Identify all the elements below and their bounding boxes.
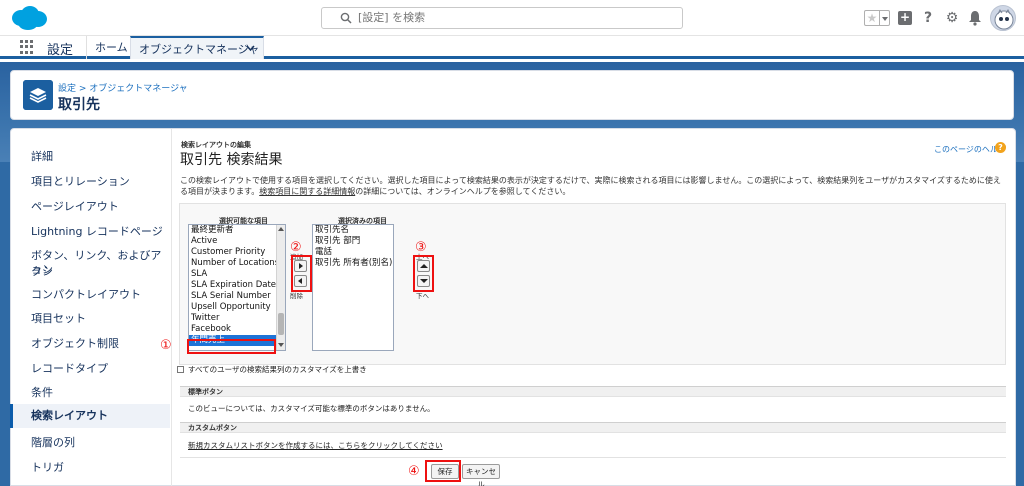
custom-buttons-header: カスタムボタン	[180, 422, 1006, 433]
selected-field-option[interactable]: 電話	[313, 247, 393, 258]
setup-gear-icon[interactable]: ⚙	[944, 10, 960, 26]
sidebar-item-details[interactable]: 詳細	[10, 148, 170, 164]
layers-icon	[23, 80, 53, 110]
cancel-button[interactable]: キャンセル	[462, 464, 500, 486]
annotation-number-2: ②	[290, 240, 302, 255]
section-title: 取引先 検索結果	[180, 152, 283, 168]
available-field-option[interactable]: SLA Expiration Date	[189, 280, 285, 291]
sidebar-item-field-sets[interactable]: 項目セット	[10, 310, 170, 326]
annotation-box-3	[413, 255, 434, 292]
available-field-option[interactable]: Upsell Opportunity	[189, 302, 285, 313]
selected-fields-options: 取引先名 取引先 部門 電話 取引先 所有者(別名)	[313, 225, 393, 269]
sidebar-item-page-layouts[interactable]: ページレイアウト	[10, 198, 170, 214]
sidebar-item-record-types[interactable]: レコードタイプ	[10, 360, 170, 376]
avatar[interactable]	[990, 5, 1016, 31]
standard-buttons-header: 標準ボタン	[180, 386, 1006, 397]
notification-bell-icon[interactable]	[968, 10, 982, 26]
help-icon[interactable]: ?	[920, 10, 936, 26]
favorites[interactable]: ★	[864, 10, 890, 26]
global-search-box[interactable]	[321, 7, 683, 29]
override-customization-row: すべてのユーザの検索結果列のカスタマイズを上書き	[177, 364, 367, 375]
divider	[180, 457, 1006, 458]
available-field-option[interactable]: Active	[189, 236, 285, 247]
available-field-option[interactable]: Twitter	[189, 313, 285, 324]
sidebar-item-lightning-pages[interactable]: Lightning レコードページ	[10, 223, 170, 239]
available-field-option[interactable]: Number of Locations	[189, 258, 285, 269]
scroll-thumb[interactable]	[278, 313, 284, 335]
override-customization-label: すべてのユーザの検索結果列のカスタマイズを上書き	[188, 365, 367, 374]
field-selector: 選択可能な項目 選択済みの項目 最終更新者 Active Customer Prio…	[179, 203, 1006, 365]
standard-buttons-text: このビューについては、カスタマイズ可能な標準のボタンはありません。	[188, 404, 435, 413]
annotation-box-2	[291, 255, 312, 292]
sidebar-item-search-layouts[interactable]: 検索レイアウト	[10, 404, 170, 428]
annotation-number-4: ④	[408, 464, 420, 479]
help-icon[interactable]: ?	[995, 142, 1006, 153]
annotation-box-4	[425, 460, 461, 482]
object-manager-sidebar: 詳細 項目とリレーション ページレイアウト Lightning レコードページ …	[10, 129, 170, 486]
user-avatar-icon	[994, 9, 1014, 30]
favorites-dropdown-icon[interactable]	[880, 10, 890, 26]
available-field-option[interactable]: SLA	[189, 269, 285, 280]
app-launcher-icon[interactable]	[20, 40, 34, 54]
available-field-option[interactable]: Facebook	[189, 324, 285, 335]
tab-object-manager[interactable]: オブジェクトマネージャ	[130, 36, 264, 59]
annotation-box-1	[187, 339, 276, 354]
global-header: ★ + ? ⚙	[0, 0, 1024, 36]
sidebar-item-conditions[interactable]: 条件	[10, 384, 170, 400]
override-customization-checkbox[interactable]	[177, 366, 184, 373]
page-header-card: 設定 > オブジェクトマネージャ 取引先	[10, 70, 1014, 120]
instructions-text: この検索レイアウトで使用する項目を選択してください。選択した項目によって検索結果…	[180, 175, 1005, 197]
page-title: 取引先	[58, 97, 100, 113]
favorite-star-icon[interactable]: ★	[864, 10, 880, 26]
chevron-down-icon[interactable]	[246, 45, 255, 52]
available-fields-options: 最終更新者 Active Customer Priority Number of Lo…	[189, 225, 285, 346]
annotation-number-1: ①	[160, 338, 172, 353]
available-field-option[interactable]: Customer Priority	[189, 247, 285, 258]
scroll-down-arrow-icon[interactable]	[278, 343, 284, 347]
available-field-option[interactable]: 最終更新者	[189, 225, 285, 236]
available-fields-scrollbar[interactable]	[276, 225, 285, 350]
sidebar-item-fields[interactable]: 項目とリレーション	[10, 173, 170, 189]
selected-field-option[interactable]: 取引先 部門	[313, 236, 393, 247]
salesforce-logo-icon[interactable]	[9, 4, 49, 32]
instructions-part2: の詳細については、オンラインヘルプを参照してください。	[355, 187, 571, 196]
search-layout-editor: 検索レイアウトの編集 取引先 検索結果 このページのヘルプ ? この検索レイアウ…	[160, 129, 1016, 486]
tab-home[interactable]: ホーム	[86, 36, 136, 59]
sidebar-item-buttons-links-cont[interactable]: ョン	[10, 261, 170, 277]
app-nav-bar: 設定 ホーム オブジェクトマネージャ	[0, 36, 1024, 59]
add-icon[interactable]: +	[898, 11, 912, 25]
selected-field-option[interactable]: 取引先 所有者(別名)	[313, 258, 393, 269]
search-input[interactable]	[358, 11, 658, 24]
available-fields-list[interactable]: 最終更新者 Active Customer Priority Number of Lo…	[188, 224, 286, 351]
header-utility-icons: ★ + ? ⚙	[864, 5, 1016, 31]
search-fields-help-link[interactable]: 検索項目に関する詳細情報	[259, 187, 355, 196]
search-icon	[340, 12, 352, 24]
tab-object-manager-label: オブジェクトマネージャ	[139, 43, 260, 56]
available-field-option[interactable]: SLA Serial Number	[189, 291, 285, 302]
sidebar-item-hierarchy-columns[interactable]: 階層の列	[10, 434, 170, 450]
selected-field-option[interactable]: 取引先名	[313, 225, 393, 236]
annotation-number-3: ③	[415, 240, 427, 255]
scroll-up-arrow-icon[interactable]	[278, 227, 284, 231]
breadcrumb[interactable]: 設定 > オブジェクトマネージャ	[58, 81, 188, 94]
sidebar-item-object-limits[interactable]: オブジェクト制限	[10, 335, 170, 351]
sidebar-item-triggers[interactable]: トリガ	[10, 459, 170, 475]
app-name: 設定	[47, 43, 74, 58]
create-custom-list-button-link[interactable]: 新規カスタムリストボタンを作成するには、こちらをクリックしてください	[188, 440, 443, 451]
sidebar-item-compact-layouts[interactable]: コンパクトレイアウト	[10, 286, 170, 302]
selected-fields-list[interactable]: 取引先名 取引先 部門 電話 取引先 所有者(別名)	[312, 224, 394, 351]
